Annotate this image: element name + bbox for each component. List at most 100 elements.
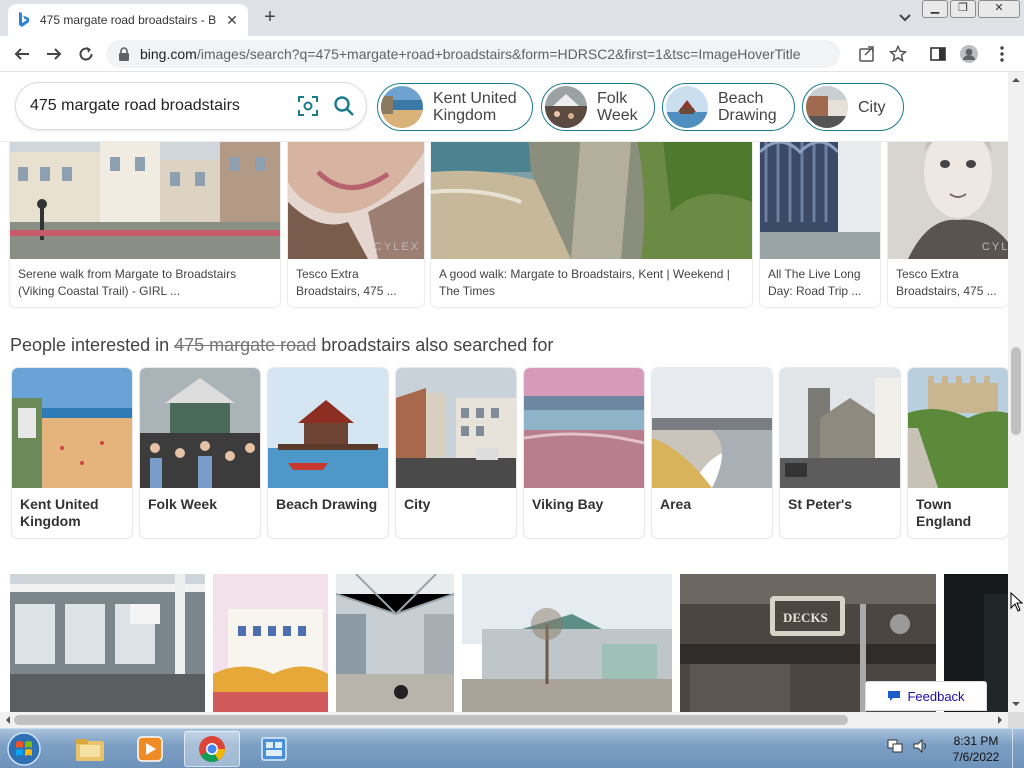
related-image bbox=[396, 368, 516, 488]
horizontal-scroll-thumb[interactable] bbox=[14, 715, 848, 725]
image-result-card[interactable] bbox=[10, 574, 205, 712]
result-caption: All The Live Long Day: Road Trip ... bbox=[768, 267, 862, 298]
network-icon[interactable] bbox=[886, 737, 904, 755]
scroll-corner bbox=[1008, 712, 1024, 728]
related-label: Viking Bay bbox=[532, 496, 604, 512]
vertical-scroll-thumb[interactable] bbox=[1011, 347, 1021, 435]
related-label: Beach Drawing bbox=[276, 496, 378, 512]
address-bar[interactable]: bing.com/images/search?q=475+margate+roa… bbox=[106, 40, 840, 68]
related-card-st-peters[interactable]: St Peter's bbox=[780, 368, 900, 538]
watermark-text: CYLEX bbox=[373, 241, 420, 253]
menu-button[interactable] bbox=[990, 42, 1014, 66]
side-panel-icon bbox=[930, 47, 946, 61]
chrome-button[interactable] bbox=[184, 731, 240, 767]
browser-toolbar: bing.com/images/search?q=475+margate+roa… bbox=[0, 36, 1024, 72]
pill-thumbnail bbox=[381, 86, 423, 128]
share-button[interactable] bbox=[855, 42, 879, 66]
browser-tab[interactable]: 475 margate road broadstairs - B ✕ bbox=[8, 4, 248, 36]
related-card-kent-united-kingdom[interactable]: Kent United Kingdom bbox=[12, 368, 132, 538]
scroll-left-icon bbox=[6, 716, 10, 724]
search-icon[interactable] bbox=[330, 92, 358, 120]
tab-title: 475 margate road broadstairs - B bbox=[40, 13, 217, 27]
control-panel-button[interactable] bbox=[246, 731, 302, 767]
close-tab-icon[interactable]: ✕ bbox=[224, 12, 240, 28]
image-result-card[interactable] bbox=[462, 574, 672, 712]
related-label: St Peter's bbox=[788, 496, 853, 512]
bing-images-page: 475 margate road broadstairs Kent United… bbox=[0, 72, 1008, 712]
clock-date: 7/6/2022 bbox=[952, 750, 1000, 764]
star-icon bbox=[889, 45, 907, 63]
search-query-text: 475 margate road broadstairs bbox=[30, 97, 240, 114]
tab-search-icon[interactable] bbox=[896, 8, 914, 26]
show-desktop-button[interactable] bbox=[1012, 729, 1024, 769]
restore-button[interactable]: ❐ bbox=[950, 0, 976, 18]
pill-label: Folk Week bbox=[597, 90, 638, 124]
reload-icon bbox=[79, 47, 93, 61]
image-result-card[interactable] bbox=[213, 574, 328, 712]
kebab-menu-icon bbox=[1000, 46, 1004, 62]
taskbar: 8:31 PM 7/6/2022 bbox=[0, 728, 1024, 769]
visual-search-icon[interactable] bbox=[294, 92, 322, 120]
media-player-button[interactable] bbox=[122, 731, 178, 767]
related-image bbox=[652, 368, 772, 488]
bing-icon bbox=[16, 12, 32, 28]
side-panel-button[interactable] bbox=[926, 42, 950, 66]
bookmark-button[interactable] bbox=[886, 42, 910, 66]
related-image bbox=[908, 368, 1008, 488]
pill-folk-week[interactable]: Folk Week bbox=[541, 83, 655, 131]
related-card-viking-bay[interactable]: Viking Bay bbox=[524, 368, 644, 538]
minimize-button[interactable]: ▁ bbox=[922, 0, 948, 18]
result-caption: A good walk: Margate to Broadstairs, Ken… bbox=[439, 267, 730, 298]
file-explorer-button[interactable] bbox=[62, 731, 118, 767]
related-card-beach-drawing[interactable]: Beach Drawing bbox=[268, 368, 388, 538]
feedback-label: Feedback bbox=[907, 688, 965, 704]
related-label: Folk Week bbox=[148, 496, 217, 512]
related-image bbox=[140, 368, 260, 488]
pill-label: City bbox=[858, 98, 886, 116]
related-card-city[interactable]: City bbox=[396, 368, 516, 538]
start-button[interactable] bbox=[4, 731, 44, 767]
system-tray bbox=[886, 737, 930, 755]
related-label: City bbox=[404, 496, 431, 512]
mouse-cursor-icon bbox=[1010, 592, 1024, 612]
media-player-icon bbox=[137, 736, 163, 762]
search-header: 475 margate road broadstairs Kent United… bbox=[0, 72, 1008, 142]
related-label: Town England bbox=[916, 496, 972, 529]
related-card-area[interactable]: Area bbox=[652, 368, 772, 538]
feedback-icon bbox=[888, 691, 901, 701]
forward-button[interactable] bbox=[42, 42, 66, 66]
tab-strip: 475 margate road broadstairs - B ✕ + ▁ ❐… bbox=[0, 0, 1024, 36]
pill-thumbnail bbox=[806, 86, 848, 128]
reload-button[interactable] bbox=[74, 42, 98, 66]
related-image bbox=[268, 368, 388, 488]
close-window-button[interactable]: ✕ bbox=[978, 0, 1020, 18]
windows-logo-icon bbox=[7, 732, 41, 766]
related-card-town-england[interactable]: Town England bbox=[908, 368, 1008, 538]
pill-city[interactable]: City bbox=[802, 83, 904, 131]
pill-kent-united-kingdom[interactable]: Kent United Kingdom bbox=[377, 83, 533, 131]
related-searches-heading: People interested in 475 margate road br… bbox=[10, 335, 554, 355]
back-button[interactable] bbox=[10, 42, 34, 66]
pill-label: Beach Drawing bbox=[718, 90, 777, 124]
related-label: Area bbox=[660, 496, 692, 512]
clock[interactable]: 8:31 PM 7/6/2022 bbox=[948, 733, 1004, 765]
related-image bbox=[780, 368, 900, 488]
scroll-down-icon bbox=[1012, 702, 1020, 706]
search-input[interactable]: 475 margate road broadstairs bbox=[16, 83, 366, 129]
vertical-scrollbar[interactable] bbox=[1008, 72, 1024, 712]
pill-beach-drawing[interactable]: Beach Drawing bbox=[662, 83, 795, 131]
feedback-button[interactable]: Feedback bbox=[865, 681, 987, 711]
related-image bbox=[524, 368, 644, 488]
result-caption: Tesco Extra Broadstairs, 475 ... bbox=[296, 267, 397, 298]
result-caption: Tesco Extra Broadstairs, 475 ... bbox=[896, 267, 997, 298]
image-result-card[interactable] bbox=[336, 574, 454, 712]
back-arrow-icon bbox=[14, 48, 29, 60]
related-label: Kent United Kingdom bbox=[20, 496, 99, 529]
new-tab-button[interactable]: + bbox=[258, 6, 282, 30]
related-card-folk-week[interactable]: Folk Week bbox=[140, 368, 260, 538]
share-icon bbox=[859, 46, 874, 62]
profile-button[interactable] bbox=[957, 42, 981, 66]
horizontal-scrollbar[interactable] bbox=[0, 712, 1008, 728]
volume-icon[interactable] bbox=[912, 737, 930, 755]
scroll-up-icon bbox=[1012, 78, 1020, 82]
